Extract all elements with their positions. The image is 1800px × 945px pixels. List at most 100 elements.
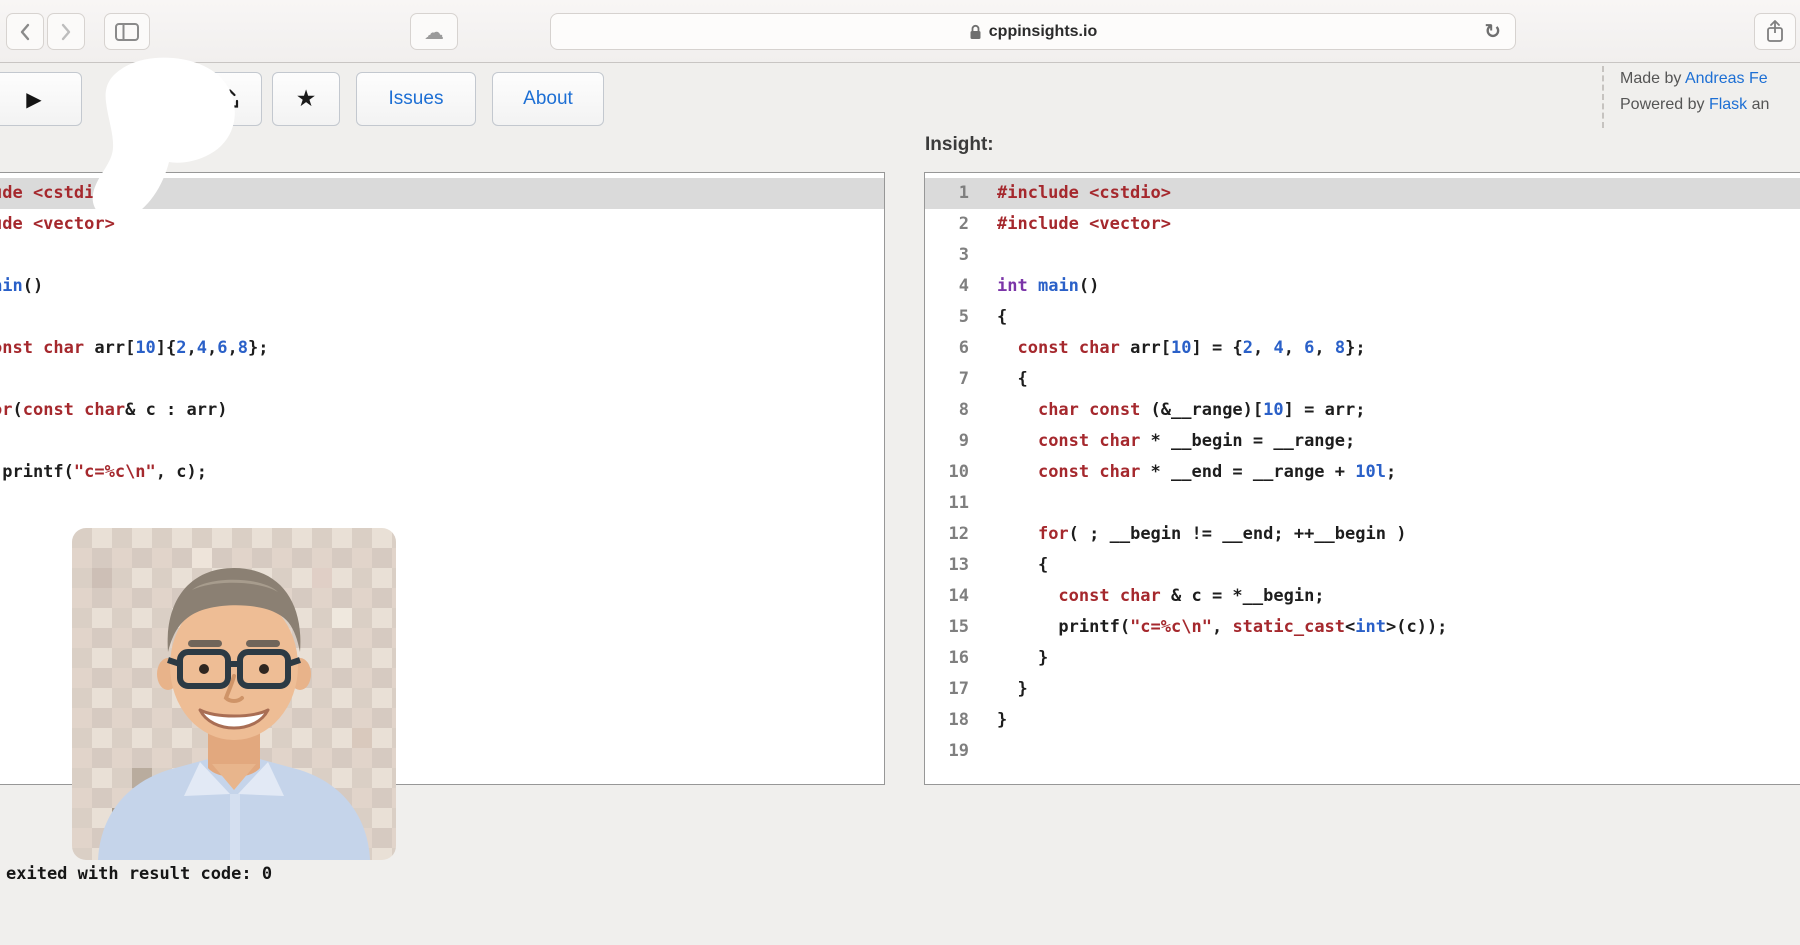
issues-label: Issues — [389, 88, 444, 110]
sidebar-toggle-button[interactable] — [104, 13, 150, 50]
address-bar[interactable]: cppinsights.io ↻ — [550, 13, 1516, 50]
powered-by-text: Powered by — [1620, 96, 1709, 113]
insight-code-line: 19 — [925, 736, 1800, 767]
issues-button[interactable]: Issues — [356, 72, 476, 126]
code-line-text: const char arr[10] = {2, 4, 6, 8}; — [997, 333, 1366, 364]
line-number: 17 — [925, 674, 981, 705]
blob-overlay — [80, 56, 252, 237]
code-line-text: } — [997, 674, 1028, 705]
code-line-text: const char * __begin = __range; — [997, 426, 1355, 457]
code-line-text: char const (&__range)[10] = arr; — [997, 395, 1366, 426]
blob-shape-icon — [80, 56, 252, 232]
insight-code-line: 16 } — [925, 643, 1800, 674]
insight-code-line: 13 { — [925, 550, 1800, 581]
line-number: 11 — [925, 488, 981, 519]
line-number: 19 — [925, 736, 981, 767]
star-icon: ★ — [296, 86, 317, 112]
author-link[interactable]: Andreas Fe — [1685, 70, 1768, 87]
code-line-text: { — [997, 364, 1028, 395]
cloud-icon: ☁ — [424, 20, 444, 44]
code-line-text: for( ; __begin != __end; ++__begin ) — [997, 519, 1406, 550]
forward-button[interactable] — [47, 13, 85, 50]
source-code-line: ain() — [0, 271, 884, 302]
code-line-text: #include <cstdio> — [997, 178, 1171, 209]
line-number: 1 — [925, 178, 981, 209]
avatar — [72, 528, 396, 860]
cloud-tab-button[interactable]: ☁ — [410, 13, 458, 50]
insight-code-line: 7 { — [925, 364, 1800, 395]
line-number: 6 — [925, 333, 981, 364]
code-line-text: onst char arr[10]{2,4,6,8}; — [0, 333, 269, 364]
source-code-line: printf("c=%c\n", c); — [0, 457, 884, 488]
console-output: exited with result code: 0 — [6, 864, 272, 884]
reload-button[interactable]: ↻ — [1484, 19, 1501, 43]
code-line-text: #include <vector> — [997, 209, 1171, 240]
line-number: 8 — [925, 395, 981, 426]
line-number: 7 — [925, 364, 981, 395]
insight-code-line: 9 const char * __begin = __range; — [925, 426, 1800, 457]
url-text: cppinsights.io — [989, 23, 1097, 41]
cppinsights-screen: { "browser": { "url_text": "cppinsights.… — [0, 0, 1800, 945]
code-line-text: } — [997, 705, 1007, 736]
code-line-text: ain() — [0, 271, 43, 302]
powered-by-line: Powered by Flask an — [1620, 92, 1800, 118]
lock-icon — [969, 24, 982, 40]
line-number: 4 — [925, 271, 981, 302]
code-line-text: } — [997, 643, 1048, 674]
line-number: 14 — [925, 581, 981, 612]
source-code-line: onst char arr[10]{2,4,6,8}; — [0, 333, 884, 364]
insight-code-line: 3 — [925, 240, 1800, 271]
line-number: 3 — [925, 240, 981, 271]
source-code-line — [0, 240, 884, 271]
line-number: 13 — [925, 550, 981, 581]
insight-code-line: 5{ — [925, 302, 1800, 333]
code-line-text: printf("c=%c\n", static_cast<int>(c)); — [997, 612, 1447, 643]
code-line-text: { — [997, 550, 1048, 581]
code-line-text: printf("c=%c\n", c); — [0, 457, 207, 488]
source-code-line: or(const char& c : arr) — [0, 395, 884, 426]
line-number: 9 — [925, 426, 981, 457]
insight-output-panel[interactable]: 1 #include <cstdio> 2 #include <vector> 34 in… — [924, 172, 1800, 785]
insight-code-line: 1 #include <cstdio> — [925, 178, 1800, 209]
made-by-line: Made by Andreas Fe — [1620, 66, 1800, 92]
powered-by-suffix: an — [1747, 96, 1769, 113]
source-code-line — [0, 364, 884, 395]
line-number: 5 — [925, 302, 981, 333]
line-number: 2 — [925, 209, 981, 240]
run-button[interactable]: ▶ — [0, 72, 82, 126]
code-line-text: int main() — [997, 271, 1099, 302]
insight-code-line: 12 for( ; __begin != __end; ++__begin ) — [925, 519, 1800, 550]
insight-code: 1 #include <cstdio> 2 #include <vector> 34 in… — [925, 173, 1800, 767]
insight-code-line: 14 const char & c = *__begin; — [925, 581, 1800, 612]
made-by-text: Made by — [1620, 70, 1685, 87]
share-button[interactable] — [1754, 13, 1796, 50]
share-icon — [1764, 19, 1786, 45]
code-line-text: const char * __end = __range + 10l; — [997, 457, 1396, 488]
line-number: 16 — [925, 643, 981, 674]
insight-code-line: 8 char const (&__range)[10] = arr; — [925, 395, 1800, 426]
source-code-line — [0, 302, 884, 333]
about-button[interactable]: About — [492, 72, 604, 126]
insight-code-line: 4 int main() — [925, 271, 1800, 302]
code-line-text: or(const char& c : arr) — [0, 395, 227, 426]
chevron-left-icon — [19, 22, 31, 42]
back-button[interactable] — [6, 13, 44, 50]
insight-code-line: 10 const char * __end = __range + 10l; — [925, 457, 1800, 488]
code-line-text: { — [997, 302, 1007, 333]
source-code-line — [0, 426, 884, 457]
insight-code-line: 6 const char arr[10] = {2, 4, 6, 8}; — [925, 333, 1800, 364]
avatar-photo — [72, 528, 396, 860]
bookmark-button[interactable]: ★ — [272, 72, 340, 126]
line-number: 18 — [925, 705, 981, 736]
insight-code-line: 2 #include <vector> — [925, 209, 1800, 240]
insight-code-line: 15 printf("c=%c\n", static_cast<int>(c))… — [925, 612, 1800, 643]
line-number: 10 — [925, 457, 981, 488]
line-number: 15 — [925, 612, 981, 643]
about-label: About — [523, 88, 573, 110]
line-number: 12 — [925, 519, 981, 550]
insight-label: Insight: — [925, 134, 994, 156]
sidebar-icon — [115, 23, 139, 41]
flask-link[interactable]: Flask — [1709, 96, 1747, 113]
insight-code-line: 18} — [925, 705, 1800, 736]
play-icon: ▶ — [26, 87, 41, 111]
